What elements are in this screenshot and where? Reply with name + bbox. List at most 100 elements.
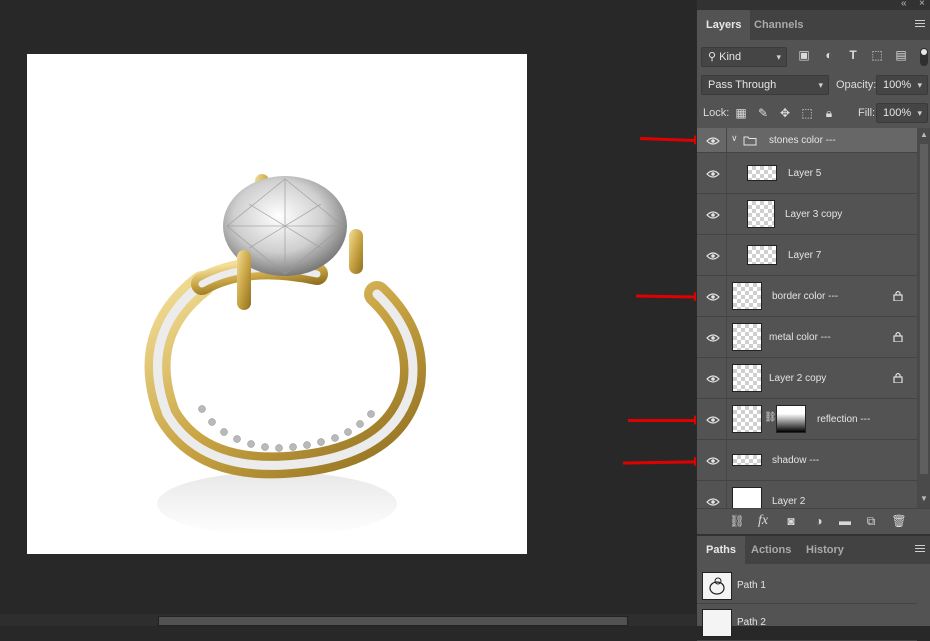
- chevron-down-icon: ▾: [818, 80, 823, 90]
- lock-icon: [893, 372, 903, 383]
- eye-column: [697, 358, 727, 398]
- eye-icon[interactable]: [706, 293, 720, 301]
- path-row[interactable]: Path 2: [697, 605, 917, 641]
- layer-name: border color ---: [772, 291, 839, 302]
- smart-object-filter-icon[interactable]: ▤: [893, 45, 909, 65]
- layer-row[interactable]: ⛓ reflection ---: [697, 399, 917, 440]
- trash-icon[interactable]: 🗑︎: [891, 513, 907, 529]
- chevron-down-icon: ▾: [776, 52, 781, 62]
- lock-icon: [893, 331, 903, 342]
- eye-icon[interactable]: [706, 170, 720, 178]
- layers-panel: « × Layers Channels ⚲ Kind ▾ ▣ ◐ T ⬚ ▤ P…: [696, 0, 930, 641]
- tab-channels[interactable]: Channels: [745, 10, 813, 40]
- path-thumbnail: [702, 609, 732, 637]
- path-thumbnail: [702, 572, 732, 600]
- eye-column: [697, 276, 727, 316]
- layer-thumbnail: [732, 364, 762, 392]
- new-layer-icon[interactable]: ⧉: [863, 513, 879, 529]
- shape-filter-icon[interactable]: ⬚: [869, 45, 885, 65]
- layer-name: Layer 2: [772, 496, 806, 507]
- tab-history[interactable]: History: [797, 536, 853, 564]
- lock-label: Lock:: [703, 107, 730, 119]
- lock-transparent-icon[interactable]: ▦: [733, 103, 749, 123]
- adjustment-icon[interactable]: ◑: [811, 513, 827, 529]
- eye-icon[interactable]: [706, 457, 720, 465]
- tab-actions[interactable]: Actions: [742, 536, 800, 564]
- canvas-area[interactable]: [0, 0, 696, 626]
- folder-icon[interactable]: ▬: [837, 513, 853, 529]
- layer-row[interactable]: Layer 3 copy: [697, 194, 917, 235]
- link-icon[interactable]: ⛓: [729, 513, 745, 529]
- lock-position-icon[interactable]: ✥: [777, 103, 793, 123]
- type-filter-icon[interactable]: T: [845, 45, 861, 65]
- eye-column: [697, 399, 727, 439]
- layers-scrollbar[interactable]: ▲ ▼: [917, 128, 930, 508]
- layer-name: Layer 2 copy: [769, 373, 827, 384]
- tab-layers[interactable]: Layers: [697, 10, 751, 40]
- filter-toggle[interactable]: [920, 48, 928, 66]
- lock-icon: [893, 290, 903, 301]
- pixel-filter-icon[interactable]: ▣: [796, 45, 812, 65]
- eye-icon[interactable]: [706, 375, 720, 383]
- layer-thumbnail: [747, 165, 777, 181]
- layer-name: stones color ---: [769, 135, 836, 146]
- scrollbar-thumb[interactable]: [158, 616, 628, 626]
- layer-row[interactable]: Layer 2 copy: [697, 358, 917, 399]
- annotation-arrow: [628, 415, 702, 425]
- eye-icon[interactable]: [706, 498, 720, 506]
- lock-artboard-icon[interactable]: ⬚: [799, 103, 815, 123]
- scrollbar-thumb[interactable]: [920, 144, 928, 474]
- adjustment-filter-icon[interactable]: ◐: [821, 45, 837, 65]
- opacity-field[interactable]: 100% ▾: [876, 75, 928, 95]
- paths-tabbar: Paths Actions History: [697, 536, 930, 564]
- eye-icon[interactable]: [706, 137, 720, 145]
- kind-filter-dropdown[interactable]: ⚲ Kind ▾: [701, 47, 787, 67]
- eye-column: [697, 317, 727, 357]
- scroll-up-icon[interactable]: ▲: [920, 130, 928, 139]
- path-row[interactable]: Path 1: [697, 568, 917, 604]
- layer-row[interactable]: border color ---: [697, 276, 917, 317]
- layer-group-stones-color[interactable]: ∨ stones color ---: [697, 128, 917, 153]
- chevron-down-icon[interactable]: ∨: [731, 133, 738, 144]
- fill-field[interactable]: 100% ▾: [876, 103, 928, 123]
- layer-thumbnail: [732, 405, 762, 433]
- layer-row[interactable]: Layer 7: [697, 235, 917, 276]
- close-icon[interactable]: ×: [919, 0, 925, 9]
- layer-mask-thumbnail[interactable]: [776, 405, 806, 433]
- blend-mode-dropdown[interactable]: Pass Through ▾: [701, 75, 829, 95]
- ring-path-icon: [709, 577, 725, 595]
- mask-icon[interactable]: ◙: [783, 513, 799, 529]
- link-icon[interactable]: ⛓: [764, 412, 777, 423]
- eye-icon[interactable]: [706, 252, 720, 260]
- horizontal-scrollbar[interactable]: [0, 614, 696, 626]
- layer-thumbnail: [747, 200, 775, 228]
- layer-thumbnail: [732, 282, 762, 310]
- layer-row[interactable]: shadow ---: [697, 440, 917, 481]
- layer-row[interactable]: Layer 5: [697, 153, 917, 194]
- layer-row[interactable]: Layer 2: [697, 481, 917, 508]
- opacity-value: 100%: [883, 79, 912, 91]
- ring-image: [144, 174, 426, 536]
- double-chevron-icon[interactable]: «: [901, 0, 907, 9]
- layer-row[interactable]: metal color ---: [697, 317, 917, 358]
- panel-menu-icon[interactable]: [915, 20, 925, 29]
- eye-column: [697, 235, 727, 275]
- layer-thumbnail: [732, 487, 762, 508]
- lock-brush-icon[interactable]: ✎: [755, 103, 771, 123]
- document-canvas[interactable]: [27, 54, 527, 554]
- tab-paths[interactable]: Paths: [697, 536, 745, 564]
- search-icon: ⚲: [708, 51, 720, 63]
- eye-column: [697, 440, 727, 480]
- eye-icon[interactable]: [706, 334, 720, 342]
- scroll-down-icon[interactable]: ▼: [920, 494, 928, 503]
- fx-icon[interactable]: fx: [755, 513, 771, 529]
- layer-thumbnail: [732, 454, 762, 466]
- kind-label: Kind: [719, 51, 742, 63]
- eye-icon[interactable]: [706, 211, 720, 219]
- eye-icon[interactable]: [706, 416, 720, 424]
- chevron-down-icon: ▾: [917, 108, 922, 118]
- fill-value: 100%: [883, 107, 912, 119]
- panel-menu-icon[interactable]: [915, 545, 925, 554]
- lock-all-icon[interactable]: 🔒︎: [821, 103, 837, 123]
- layer-name: metal color ---: [769, 332, 831, 343]
